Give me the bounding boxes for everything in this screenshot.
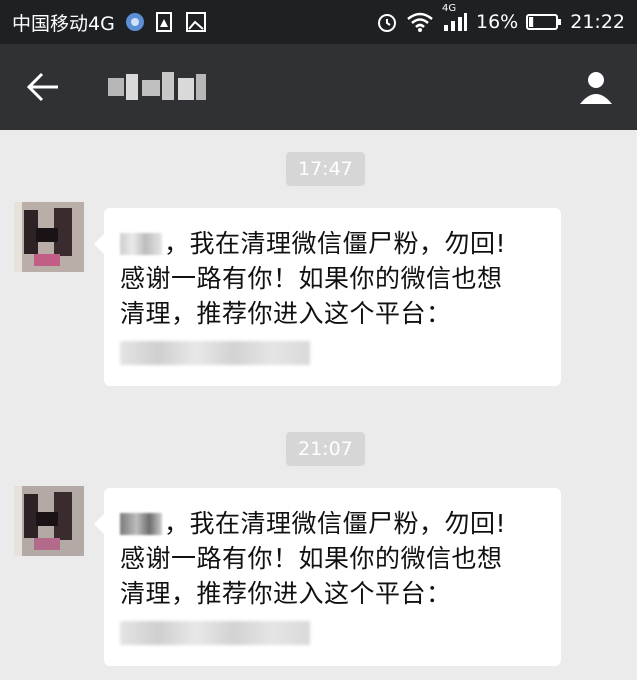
battery-icon [526,12,562,32]
back-button[interactable] [24,69,64,105]
message-text: ，我在清理微信僵尸粉，勿回! 感谢一路有你！如果你的微信也想 清理，推荐你进入这… [120,506,547,611]
message-line: 清理，推荐你进入这个平台： [120,579,452,608]
timestamp-2: 21:07 [286,432,365,466]
message-line: 感谢一路有你！如果你的微信也想 [120,264,503,293]
message-text: ，我在清理微信僵尸粉，勿回! 感谢一路有你！如果你的微信也想 清理，推荐你进入这… [120,226,547,331]
message-bubble[interactable]: ，我在清理微信僵尸粉，勿回! 感谢一路有你！如果你的微信也想 清理，推荐你进入这… [94,488,561,666]
status-bar: 中国移动4G 4G 16% 21:22 [0,0,637,44]
network-badge: 4G [442,3,457,14]
message-line: 清理，推荐你进入这个平台： [120,299,452,328]
gallery-icon [185,11,207,33]
status-right: 4G 16% 21:22 [376,0,625,44]
message-line: ，我在清理微信僵尸粉，勿回! [120,226,547,261]
chat-header [0,44,637,130]
person-icon [580,72,612,104]
cloud-badge-icon [125,12,145,32]
contact-avatar[interactable] [14,202,84,272]
redacted-link[interactable] [120,621,310,645]
message-bubble[interactable]: ，我在清理微信僵尸粉，勿回! 感谢一路有你！如果你的微信也想 清理，推荐你进入这… [94,208,561,386]
redacted-name [120,513,162,535]
timestamp-1: 17:47 [286,152,365,186]
wifi-icon [406,11,434,33]
message-line: ，我在清理微信僵尸粉，勿回! [120,506,547,541]
chat-title-redacted [108,72,208,102]
redacted-link[interactable] [120,341,310,365]
redacted-name [120,233,162,255]
battery-percent: 16% [476,11,519,33]
contact-avatar[interactable] [14,486,84,556]
carrier-label: 中国移动4G [12,12,115,35]
status-left: 中国移动4G [12,0,207,44]
photo-alert-icon [155,11,175,33]
profile-button[interactable] [577,68,615,106]
back-arrow-icon [26,72,58,102]
signal-icon: 4G [442,3,468,33]
clock: 21:22 [570,11,625,33]
alarm-icon [376,11,398,33]
message-line: 感谢一路有你！如果你的微信也想 [120,544,503,573]
